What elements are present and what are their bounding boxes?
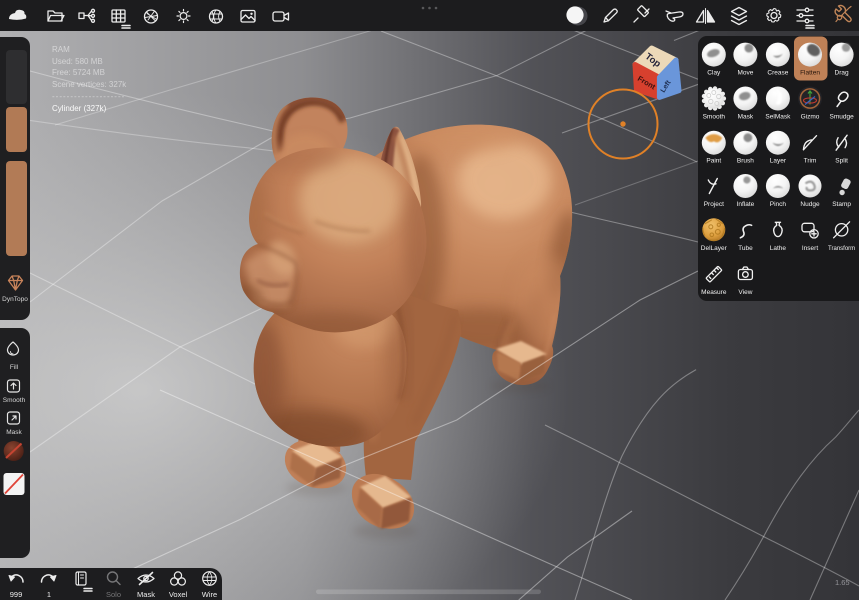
svg-text:Insert: Insert (802, 245, 818, 252)
svg-text:Brush: Brush (737, 158, 754, 165)
svg-text:Stamp: Stamp (832, 201, 851, 208)
svg-text:Move: Move (737, 70, 753, 77)
svg-text:1.65: 1.65 (835, 578, 850, 587)
svg-text:SelMask: SelMask (765, 114, 791, 121)
svg-text:Smooth: Smooth (703, 114, 726, 121)
svg-text:Mask: Mask (738, 114, 754, 121)
svg-text:View: View (738, 289, 752, 296)
svg-text:999: 999 (10, 590, 23, 599)
svg-text:Nudge: Nudge (800, 201, 820, 208)
svg-text:1: 1 (47, 590, 51, 599)
svg-text:Split: Split (835, 158, 848, 165)
svg-text:Layer: Layer (770, 158, 787, 165)
svg-text:Project: Project (704, 201, 724, 208)
svg-text:Paint: Paint (706, 158, 721, 165)
svg-text:Drag: Drag (835, 70, 849, 77)
svg-text:Gizmo: Gizmo (801, 114, 820, 121)
svg-text:Smudge: Smudge (829, 114, 854, 121)
svg-text:Voxel: Voxel (169, 590, 188, 599)
svg-text:Fill: Fill (10, 364, 19, 371)
svg-text:Solo: Solo (106, 590, 121, 599)
svg-text:Mask: Mask (137, 590, 155, 599)
svg-text:Crease: Crease (767, 70, 788, 77)
svg-text:Lathe: Lathe (770, 245, 787, 252)
svg-text:Flatten: Flatten (800, 70, 820, 77)
svg-text:Inflate: Inflate (737, 201, 755, 208)
svg-text:Pinch: Pinch (770, 201, 787, 208)
svg-text:Clay: Clay (707, 70, 721, 77)
svg-text:DelLayer: DelLayer (701, 245, 728, 252)
svg-text:Measure: Measure (701, 289, 727, 296)
svg-text:Mask: Mask (6, 429, 22, 436)
svg-text:Tube: Tube (738, 245, 753, 252)
svg-text:Wire: Wire (202, 590, 217, 599)
svg-text:Smooth: Smooth (3, 397, 26, 404)
svg-text:Trim: Trim (804, 158, 817, 165)
svg-text:Transform: Transform (828, 246, 855, 252)
svg-text:DynTopo: DynTopo (2, 296, 28, 303)
